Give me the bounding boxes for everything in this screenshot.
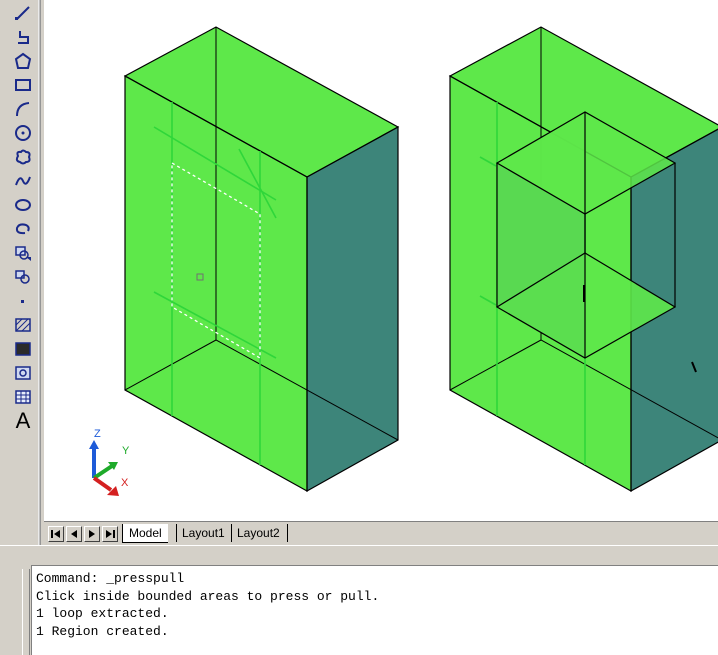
tab-divider (287, 524, 288, 542)
spline-icon[interactable] (8, 170, 38, 192)
make-block-icon[interactable] (8, 266, 38, 288)
ucs-x-label: X (121, 477, 129, 489)
polyline-icon[interactable] (8, 26, 38, 48)
region-icon[interactable] (8, 362, 38, 384)
command-window: Command: _presspull Click inside bounded … (0, 545, 718, 655)
table-icon[interactable] (8, 386, 38, 408)
hatch-icon[interactable] (8, 314, 38, 336)
tab-divider (176, 524, 177, 542)
command-line: 1 loop extracted. (36, 606, 169, 621)
tab-model[interactable]: Model (122, 524, 168, 543)
tab-model-label: Model (129, 526, 162, 540)
command-window-grip[interactable] (22, 569, 30, 655)
left-box[interactable] (123, 26, 400, 493)
arc-icon[interactable] (8, 98, 38, 120)
line-icon[interactable] (8, 2, 38, 24)
layout-tabs-bar: Model Layout1 Layout2 (44, 521, 718, 546)
multiline-text-icon[interactable]: A (8, 410, 38, 432)
rectangle-icon[interactable] (8, 74, 38, 96)
polygon-icon[interactable] (8, 50, 38, 72)
draw-toolbar: A (0, 0, 44, 545)
command-window-splitter[interactable] (0, 545, 718, 554)
insert-block-icon[interactable] (8, 242, 38, 264)
tab-divider (231, 524, 232, 542)
ucs-z-arrow (89, 440, 99, 449)
gradient-icon[interactable] (8, 338, 38, 360)
command-line: Click inside bounded areas to press or p… (36, 588, 380, 604)
tab-layout2[interactable]: Layout2 (231, 524, 286, 542)
first-tab-button[interactable] (48, 526, 64, 542)
command-line: Command: _presspull (36, 571, 185, 586)
next-tab-button[interactable] (84, 526, 100, 542)
ellipse-arc-icon[interactable] (8, 218, 38, 240)
drawing-viewport[interactable]: Z Y X (44, 0, 718, 521)
ucs-y-axis (92, 464, 114, 480)
command-line: 1 Region created. (36, 623, 169, 639)
tab-layout1[interactable]: Layout1 (176, 524, 231, 542)
left-box-side-face (307, 127, 398, 491)
last-tab-button[interactable] (102, 526, 118, 542)
tab-layout1-label: Layout1 (182, 526, 225, 540)
right-box[interactable] (448, 26, 718, 493)
circle-icon[interactable] (8, 122, 38, 144)
ucs-icon: Z Y X (89, 428, 130, 496)
previous-tab-button[interactable] (66, 526, 82, 542)
ucs-y-label: Y (122, 445, 130, 457)
multiline-text-label: A (15, 408, 31, 433)
command-history[interactable]: Command: _presspull Click inside bounded … (31, 565, 718, 655)
model-space-canvas[interactable]: Z Y X (44, 0, 718, 521)
ellipse-icon[interactable] (8, 194, 38, 216)
point-icon[interactable] (8, 290, 38, 312)
revision-cloud-icon[interactable] (8, 146, 38, 168)
ucs-z-label: Z (94, 428, 101, 440)
toolbar-border (38, 0, 41, 545)
tab-layout2-label: Layout2 (237, 526, 280, 540)
ucs-x-axis (92, 476, 113, 492)
